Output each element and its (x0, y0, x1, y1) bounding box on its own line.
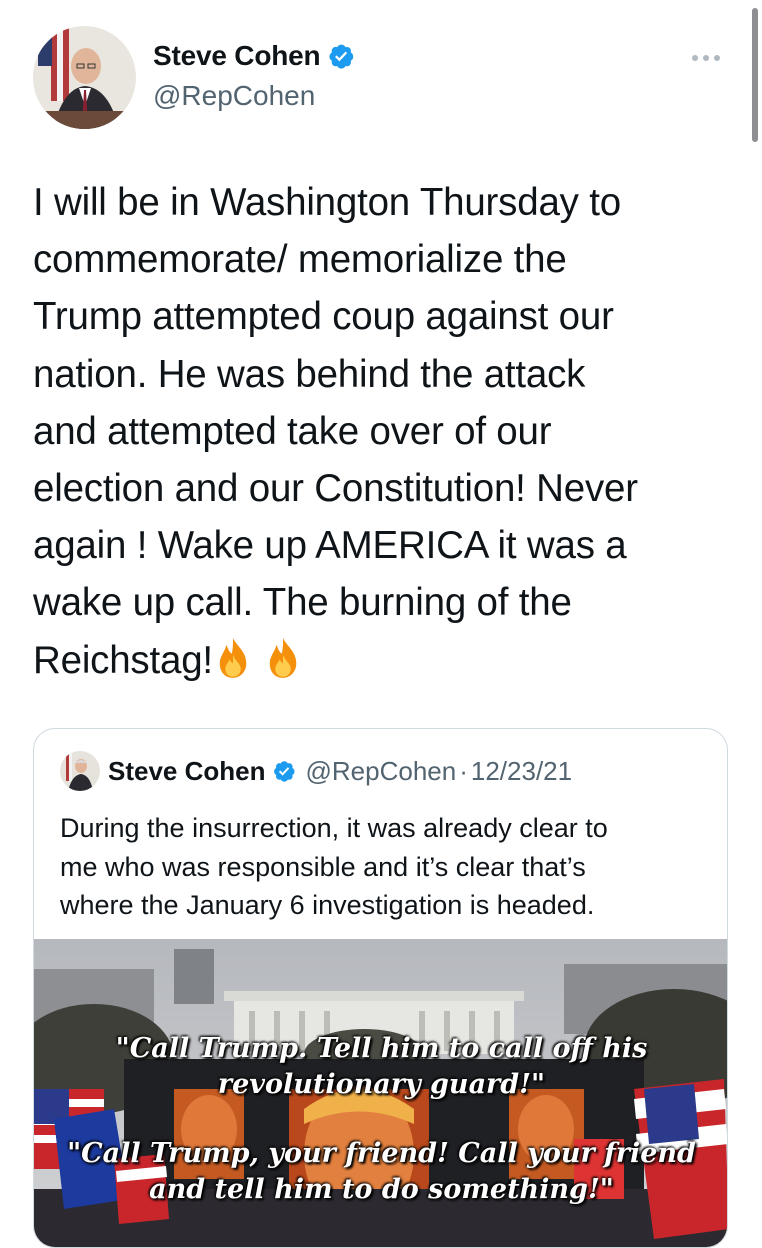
quoted-tweet-text: During the insurrection, it was already … (60, 813, 608, 920)
tweet-text: I will be in Washington Thursday to comm… (33, 174, 733, 689)
more-options-icon[interactable] (692, 48, 732, 68)
quoted-author-handle: @RepCohen (305, 755, 457, 786)
verified-badge-icon (273, 761, 294, 782)
quoted-tweet-image[interactable]: "Call Trump. Tell him to call off his re… (34, 939, 727, 1247)
author-handle[interactable]: @RepCohen (153, 80, 315, 112)
tweet-text-content: I will be in Washington Thursday to comm… (33, 181, 638, 682)
image-caption-1: "Call Trump. Tell him to call off his re… (115, 1033, 648, 1100)
verified-badge-icon (329, 44, 354, 69)
meta-separator: · (459, 755, 468, 786)
fire-emoji (219, 637, 247, 678)
author-avatar[interactable] (33, 26, 136, 129)
scrollbar[interactable] (752, 8, 758, 142)
quoted-author-avatar (60, 751, 100, 791)
quoted-tweet-header: Steve Cohen @RepCohen · 12/23/21 (60, 751, 572, 791)
fire-emoji (269, 637, 297, 678)
quoted-tweet-date: 12/23/21 (470, 755, 573, 786)
author-name-row[interactable]: Steve Cohen (153, 40, 355, 72)
author-display-name[interactable]: Steve Cohen (153, 40, 321, 72)
quoted-tweet[interactable]: Steve Cohen @RepCohen · 12/23/21 During … (33, 728, 728, 1248)
image-caption-2: "Call Trump, your friend! Call your frie… (67, 1138, 696, 1205)
quoted-author-name: Steve Cohen (108, 755, 266, 786)
